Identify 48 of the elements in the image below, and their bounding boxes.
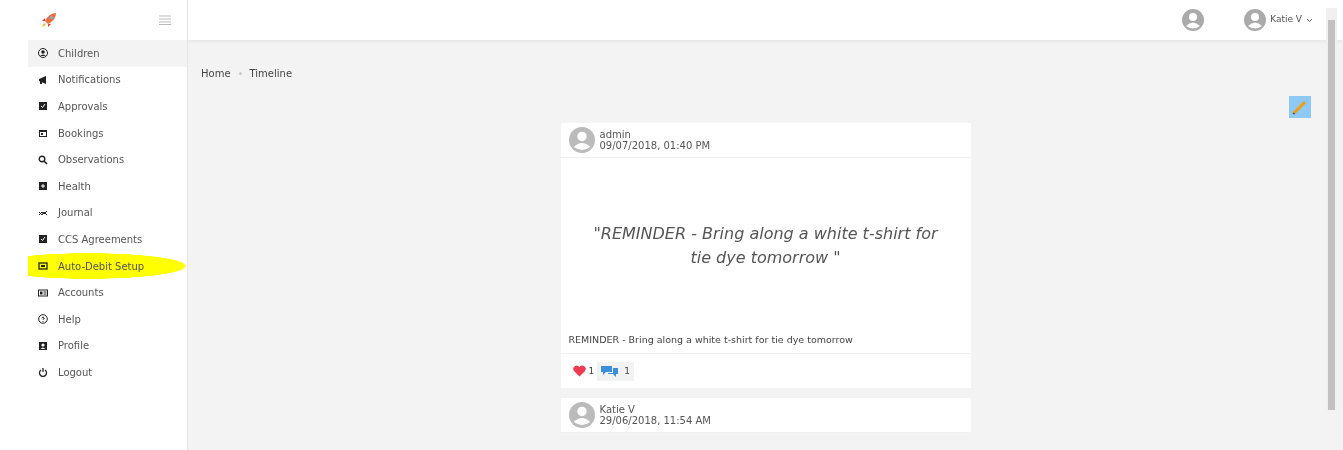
search-icon (38, 154, 48, 165)
avatar-icon (568, 127, 595, 153)
post-text: REMINDER - Bring along a white t-shirt for tie dye tomorrow (568, 334, 853, 345)
checkbox-icon (38, 234, 48, 245)
comments-icon (601, 365, 619, 378)
card-icon (38, 261, 48, 272)
megaphone-icon (38, 74, 48, 85)
avatar-icon (568, 402, 595, 429)
scrollbar[interactable] (1326, 8, 1337, 410)
sidebar-item[interactable]: Children (28, 40, 187, 67)
menu-icon[interactable] (159, 15, 171, 25)
post-quote: "REMINDER - Bring along a white t-shirt for tie dye tomorrow " (592, 222, 940, 269)
sidebar-item[interactable]: Auto-Debit Setup (28, 252, 187, 280)
help-icon (38, 314, 48, 325)
heart-icon[interactable] (572, 365, 586, 378)
profile-icon (38, 340, 48, 351)
medical-icon (38, 181, 48, 192)
sidebar-item[interactable]: Journal (28, 199, 187, 227)
sidebar-item[interactable]: CCS Agreements (28, 226, 187, 253)
author-name: Katie V (599, 403, 636, 416)
rocket-logo (40, 11, 58, 29)
sidebar-item[interactable]: Profile (28, 332, 187, 360)
author-name: admin (599, 128, 632, 140)
user-name[interactable]: Katie V (1270, 13, 1302, 27)
breadcrumb-link[interactable]: Timeline (249, 66, 293, 81)
like-count: 1 (588, 364, 595, 378)
sidebar-item[interactable]: Observations (28, 146, 187, 173)
breadcrumb-link[interactable]: Home (201, 66, 231, 81)
calendar-icon (38, 128, 48, 139)
sidebar-item[interactable]: Bookings (28, 119, 187, 147)
power-icon (38, 367, 48, 378)
separator-dot (238, 72, 242, 75)
avatar-icon[interactable] (1244, 9, 1267, 31)
sidebar-item[interactable]: Accounts (28, 279, 187, 306)
avatar-icon[interactable] (1182, 9, 1205, 31)
sidebar-item[interactable]: Help (28, 305, 187, 333)
post-time: 09/07/2018, 01:40 PM (599, 140, 711, 152)
person-circle-icon (38, 48, 48, 59)
sidebar-item[interactable]: Notifications (28, 66, 187, 94)
sidebar-item[interactable]: Approvals (28, 93, 187, 120)
sidebar-item[interactable]: Health (28, 172, 187, 200)
comments-button[interactable]: 1 (597, 361, 634, 381)
checkbox-icon (38, 101, 48, 112)
caret-icon[interactable] (1306, 17, 1313, 23)
edit-button[interactable] (1289, 96, 1311, 118)
post-time: 29/06/2018, 11:54 AM (599, 415, 711, 427)
sidebar-item[interactable]: Logout (28, 359, 187, 386)
id-card-icon (38, 287, 48, 298)
